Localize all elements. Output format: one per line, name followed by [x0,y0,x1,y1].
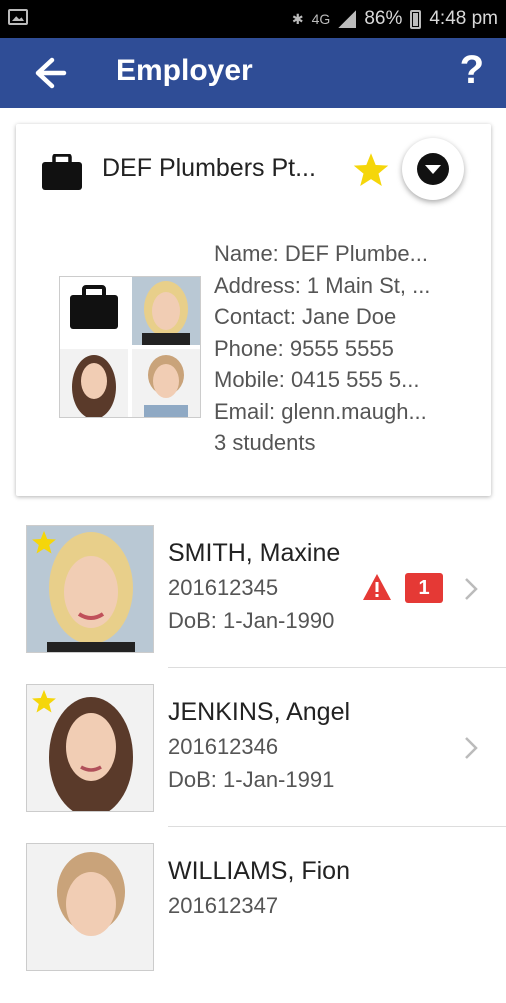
chevron-right-icon [464,736,478,765]
list-item[interactable]: JENKINS, Angela 201612346 DoB: 1-Jan-199… [0,684,506,844]
signal-icon [338,10,357,28]
student-photo [26,525,154,653]
detail-name: Name: DEF Plumbe... [214,241,428,266]
student-name: SMITH, Maxine [168,539,341,567]
bluetooth-icon: ✱ [291,10,304,27]
student-thumb [132,349,200,417]
employer-name[interactable]: DEF Plumbers Pt... [102,154,316,183]
clock: 4:48 pm [429,8,498,29]
page-title: Employer [116,54,253,87]
student-id: 201612347 [168,893,279,918]
detail-address: Address: 1 Main St, ... [214,272,431,298]
warning-icon [362,573,392,606]
list-divider [168,667,506,668]
student-name: WILLIAMS, Fiona [168,857,350,885]
back-arrow-icon[interactable] [30,54,70,92]
student-photo [26,843,154,971]
status-icons: ✱ 4G 86% 4:48 pm [292,8,498,30]
gallery-notification-icon [8,9,28,25]
detail-contact: Contact: Jane Doe [214,304,397,329]
list-divider [168,826,506,827]
detail-email[interactable]: Email: glenn.maugh... [214,396,430,428]
battery-percent: 86% [364,8,403,29]
student-thumb [132,277,200,345]
list-item[interactable]: WILLIAMS, Fiona 201612347 [0,843,506,1003]
app-bar: Employer ? [0,38,506,108]
employer-photo-collage [59,276,201,418]
briefcase-icon [60,277,128,345]
favorite-star-icon[interactable] [352,152,390,193]
employer-card: DEF Plumbers Pt... Name: DEF Plumbe... A… [16,124,491,496]
student-id: 201612346 [168,734,279,759]
list-item[interactable]: SMITH, Maxine 201612345 DoB: 1-Jan-1990 … [0,525,506,685]
favorite-star-icon [31,689,57,719]
favorite-star-icon [31,530,57,560]
student-photo [26,684,154,812]
status-bar: ✱ 4G 86% 4:48 pm [0,0,506,38]
student-name: JENKINS, Angela [168,698,350,726]
student-id: 201612345 [168,575,279,600]
network-type: 4G [311,11,331,27]
battery-icon [410,9,422,29]
student-dob: DoB: 1-Jan-1990 [168,608,335,633]
student-dob: DoB: 1-Jan-1991 [168,767,335,792]
expand-button[interactable] [402,138,464,200]
alert-count-badge: 1 [405,573,443,603]
detail-student-count: 3 students [214,430,316,455]
student-thumb [60,349,128,417]
chevron-right-icon [464,577,478,606]
detail-phone[interactable]: Phone: 9555 5555 [214,333,430,365]
briefcase-icon [42,153,82,195]
employer-details: Name: DEF Plumbe... Address: 1 Main St, … [214,238,430,459]
help-button[interactable]: ? [460,48,484,93]
detail-mobile[interactable]: Mobile: 0415 555 5... [214,364,430,396]
chevron-down-icon [417,153,449,185]
